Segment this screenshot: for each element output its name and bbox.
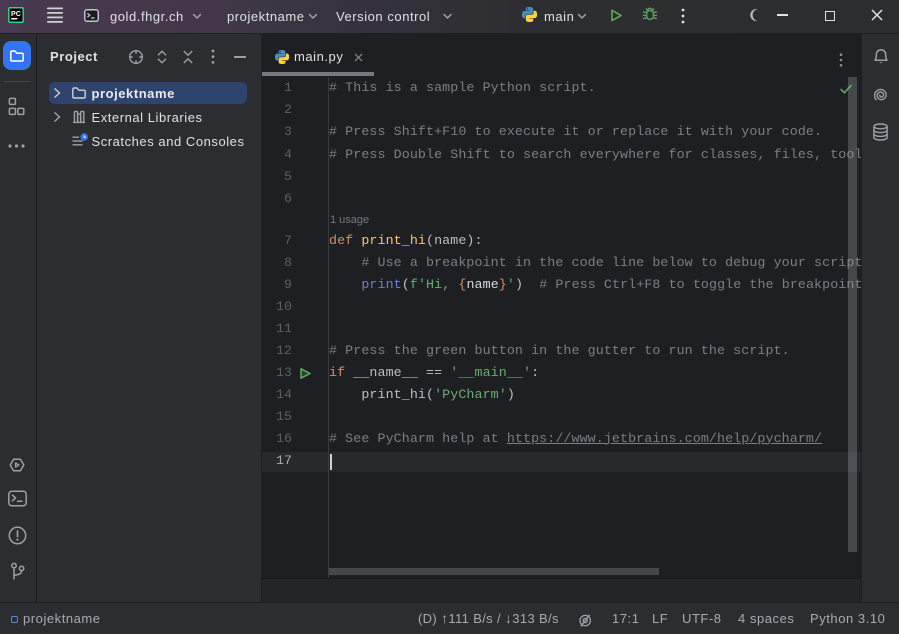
svg-text:PC: PC	[11, 9, 21, 18]
